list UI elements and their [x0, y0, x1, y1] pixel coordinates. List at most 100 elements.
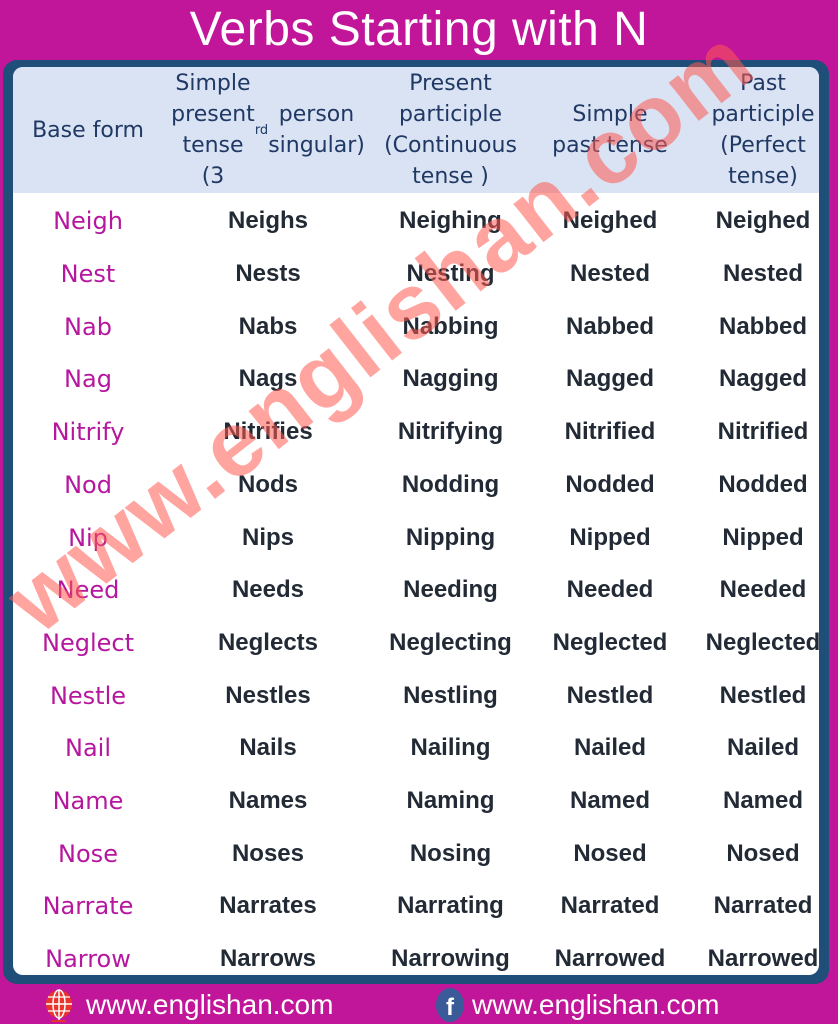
cell-simple-present: Nabs	[238, 312, 298, 340]
cell-simple-present: Nestles	[225, 681, 311, 709]
cell-simple-present: Nips	[241, 523, 294, 551]
cell-simple-past: Nestled	[566, 681, 654, 709]
cell-simple-past: Nipped	[569, 523, 651, 551]
verb-table: Base form Simple present tense (3 rd pers…	[13, 67, 819, 975]
cell-simple-present: Names	[228, 787, 308, 815]
cell-base-form: Name	[52, 787, 124, 816]
facebook-link[interactable]: f www.englishan.com	[436, 986, 719, 1024]
cell-base-form: Nestle	[49, 681, 127, 710]
cell-past-participle: Nodded	[718, 470, 808, 498]
table-row: Nag Nags Nagging Nagged Nagged	[13, 353, 819, 406]
page-title: Verbs Starting with N	[189, 3, 649, 56]
cell-simple-present: Nags	[238, 365, 298, 393]
table-row: Nail Nails Nailing Nailed Nailed	[13, 722, 819, 775]
globe-icon	[46, 989, 72, 1022]
cell-base-form: Need	[56, 576, 120, 605]
cell-simple-past: Nosed	[573, 839, 647, 867]
cell-past-participle: Narrowed	[707, 945, 819, 973]
cell-base-form: Nitrify	[51, 418, 125, 447]
cell-past-participle: Needed	[719, 576, 807, 604]
cell-simple-present: Needs	[231, 576, 305, 604]
cell-simple-past: Nagged	[565, 365, 654, 393]
cell-present-participle: Neglecting	[389, 628, 512, 656]
cell-present-participle: Nosing	[409, 839, 492, 867]
cell-present-participle: Nestling	[403, 681, 498, 709]
cell-simple-present: Nails	[239, 734, 297, 762]
table-row: Nab Nabs Nabbing Nabbed Nabbed	[13, 300, 819, 353]
table-header: Base form Simple present tense (3 rd pers…	[13, 67, 819, 193]
header-base-form: Base form	[32, 117, 144, 143]
website-url: www.englishan.com	[86, 989, 334, 1020]
cell-base-form: Nod	[64, 470, 112, 499]
table-row: Neglect Neglects Neglecting Neglected Neglec…	[13, 617, 819, 670]
cell-simple-past: Nitrified	[564, 418, 656, 446]
cell-base-form: Nose	[58, 839, 118, 868]
cell-base-form: Neglect	[42, 628, 134, 657]
cell-simple-past: Needed	[566, 576, 654, 604]
table-row: Nest Nests Nesting Nested Nested	[13, 248, 819, 301]
cell-base-form: Nag	[64, 365, 112, 394]
cell-past-participle: Nosed	[726, 839, 800, 867]
header-present-participle: Present participle (Continuous tense )	[384, 71, 517, 189]
cell-present-participle: Needing	[403, 576, 498, 604]
footer: www.englishan.com f www.englishan.com	[0, 986, 838, 1024]
cell-past-participle: Narrated	[713, 892, 813, 920]
cell-simple-past: Nodded	[565, 470, 655, 498]
table-row: Nitrify Nitrifies Nitrifying Nitrified Nitri…	[13, 406, 819, 459]
header-simple-present-pre: Simple present tense (3	[171, 71, 255, 189]
cell-simple-present: Neglects	[217, 628, 319, 656]
cell-base-form: Narrow	[45, 945, 131, 974]
cell-present-participle: Nailing	[410, 734, 491, 762]
cell-simple-present: Narrows	[219, 945, 317, 973]
cell-present-participle: Nabbing	[402, 312, 499, 340]
table-row: Nip Nips Nipping Nipped Nipped	[13, 511, 819, 564]
facebook-icon: f	[436, 988, 464, 1022]
cell-present-participle: Naming	[406, 787, 495, 815]
table-row: Nose Noses Nosing Nosed Nosed	[13, 827, 819, 880]
cell-base-form: Nest	[60, 260, 116, 289]
cell-past-participle: Nestled	[719, 681, 807, 709]
cell-present-participle: Narrowing	[391, 945, 510, 973]
cell-simple-past: Narrated	[560, 892, 660, 920]
cell-present-participle: Neighing	[399, 207, 502, 235]
table-row: Nod Nods Nodding Nodded Nodded	[13, 459, 819, 512]
cell-past-participle: Neighed	[715, 207, 811, 235]
cell-simple-past: Narrowed	[554, 945, 666, 973]
cell-simple-past: Neighed	[562, 207, 658, 235]
cell-base-form: Narrate	[42, 892, 134, 921]
table-row: Nestle Nestles Nestling Nestled Nestled	[13, 669, 819, 722]
header-simple-past: Simple past tense	[552, 102, 668, 158]
cell-present-participle: Narrating	[397, 892, 504, 920]
cell-simple-present: Neighs	[227, 207, 308, 235]
cell-past-participle: Nested	[722, 260, 804, 288]
cell-simple-present: Nitrifies	[223, 418, 313, 446]
cell-present-participle: Nagging	[402, 365, 499, 393]
website-link[interactable]: www.englishan.com	[44, 986, 333, 1024]
cell-simple-past: Neglected	[552, 628, 668, 656]
cell-simple-present: Narrates	[219, 892, 317, 920]
facebook-url: www.englishan.com	[472, 989, 720, 1020]
cell-present-participle: Nodding	[401, 470, 500, 498]
cell-base-form: Nab	[64, 312, 112, 341]
header-past-participle: Past participle (Perfect tense)	[711, 71, 815, 189]
cell-past-participle: Nabbed	[718, 312, 807, 340]
cell-simple-past: Named	[569, 787, 651, 815]
cell-simple-past: Nailed	[573, 734, 647, 762]
cell-past-participle: Nagged	[718, 365, 807, 393]
cell-base-form: Neigh	[53, 207, 123, 236]
cell-past-participle: Nailed	[726, 734, 800, 762]
cell-present-participle: Nesting	[406, 260, 495, 288]
table-row: Neigh Neighs Neighing Neighed Neighed	[13, 195, 819, 248]
cell-simple-past: Nested	[569, 260, 651, 288]
table-row: Narrow Narrows Narrowing Narrowed Narrowed	[13, 933, 819, 975]
cell-simple-present: Noses	[231, 839, 305, 867]
cell-past-participle: Nitrified	[717, 418, 809, 446]
cell-simple-present: Nests	[235, 260, 301, 288]
header-simple-present-post: person singular)	[268, 102, 365, 158]
cell-past-participle: Neglected	[705, 628, 819, 656]
header-simple-present: Simple present tense (3 rd person singula…	[171, 67, 365, 193]
table-row: Name Names Naming Named Named	[13, 775, 819, 828]
header-superscript: rd	[254, 122, 269, 138]
cell-simple-past: Nabbed	[565, 312, 654, 340]
cell-simple-present: Nods	[238, 470, 298, 498]
